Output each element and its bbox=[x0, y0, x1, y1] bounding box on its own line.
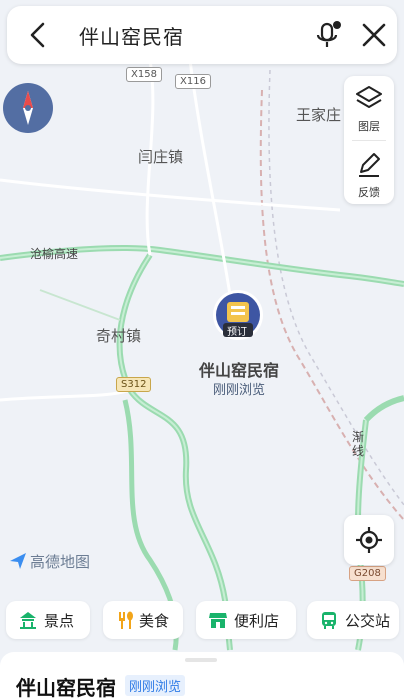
layers-label: 图层 bbox=[358, 120, 380, 133]
category-bus[interactable]: 公交站 bbox=[307, 601, 399, 639]
divider bbox=[352, 140, 386, 141]
category-label: 公交站 bbox=[345, 612, 391, 630]
rail-label: 渐线 bbox=[352, 430, 365, 458]
microphone-icon[interactable] bbox=[313, 20, 343, 50]
category-scenic[interactable]: 景点 bbox=[6, 601, 90, 639]
category-label: 美食 bbox=[139, 612, 170, 630]
feedback-label: 反馈 bbox=[358, 186, 380, 199]
compass-button[interactable] bbox=[3, 83, 53, 133]
food-icon bbox=[119, 611, 133, 629]
feedback-button[interactable]: 反馈 bbox=[344, 142, 394, 204]
layers-icon bbox=[356, 86, 382, 108]
compass-icon bbox=[23, 91, 33, 125]
category-label: 便利店 bbox=[234, 612, 280, 630]
poi-marker[interactable]: 预订 bbox=[210, 289, 266, 345]
poi-status: 刚刚浏览 bbox=[213, 383, 266, 398]
town-label: 奇村镇 bbox=[96, 327, 142, 345]
scenic-icon bbox=[20, 612, 36, 629]
search-bar[interactable]: 伴山窑民宿 bbox=[7, 6, 397, 64]
close-icon[interactable] bbox=[359, 20, 389, 50]
recently-viewed-badge: 刚刚浏览 bbox=[125, 675, 186, 696]
road-badge: X116 bbox=[175, 74, 211, 89]
road-badge: G208 bbox=[349, 566, 386, 581]
locate-icon bbox=[356, 527, 382, 553]
store-icon bbox=[209, 613, 227, 628]
locate-button[interactable] bbox=[344, 515, 394, 565]
search-input[interactable]: 伴山窑民宿 bbox=[79, 21, 184, 50]
category-food[interactable]: 美食 bbox=[103, 601, 183, 639]
expressway-label: 沧榆高速 bbox=[30, 247, 79, 261]
county-road bbox=[39, 289, 121, 321]
town-label: 闫庄镇 bbox=[138, 148, 184, 166]
road-badge: S312 bbox=[116, 377, 152, 392]
poi-name[interactable]: 伴山窑民宿 bbox=[199, 357, 279, 381]
town-label: 王家庄 bbox=[296, 106, 342, 124]
road-badge: X158 bbox=[126, 67, 162, 82]
layers-button[interactable]: 图层 bbox=[344, 76, 394, 138]
place-title: 伴山窑民宿 bbox=[16, 676, 116, 700]
map-tools-panel: 图层 反馈 bbox=[344, 76, 394, 204]
drag-handle[interactable] bbox=[185, 658, 217, 662]
amap-logo-icon bbox=[10, 553, 26, 569]
category-store[interactable]: 便利店 bbox=[196, 601, 296, 639]
logo-text: 高德地图 bbox=[30, 553, 91, 571]
booking-tag: 预订 bbox=[227, 327, 247, 338]
map-logo: 高德地图 bbox=[8, 549, 108, 571]
feedback-pen-icon bbox=[359, 153, 380, 177]
category-label: 景点 bbox=[44, 612, 75, 630]
back-arrow-icon[interactable] bbox=[23, 20, 53, 50]
bus-icon bbox=[322, 612, 336, 629]
